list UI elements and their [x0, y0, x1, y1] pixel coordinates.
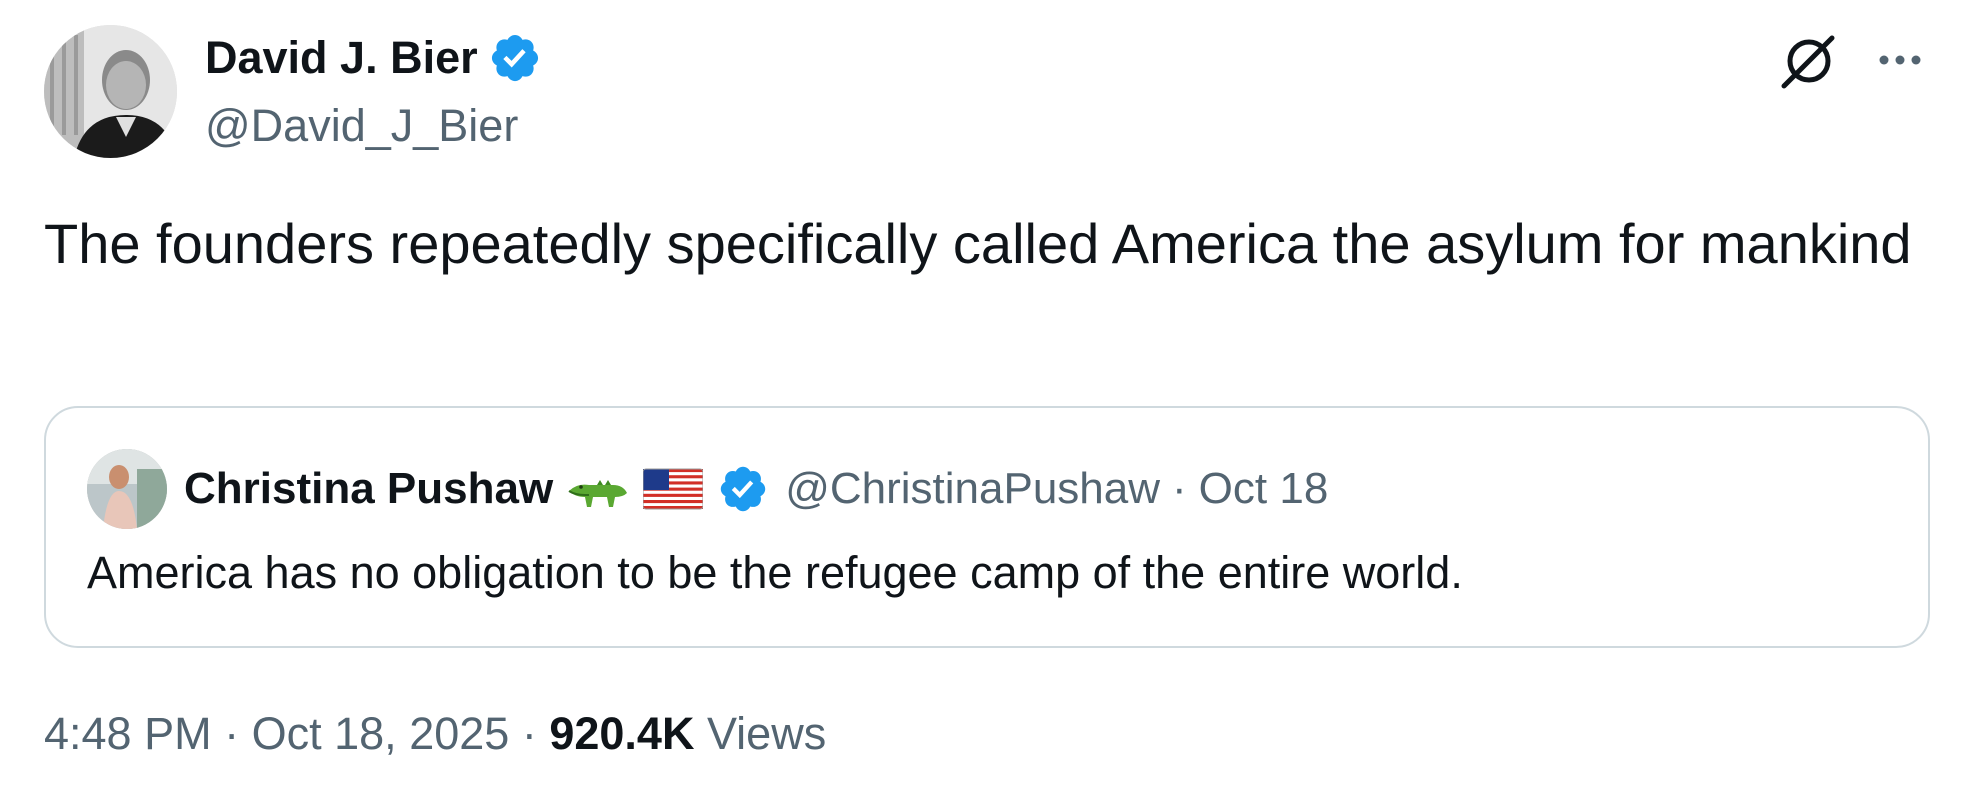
tweet-date[interactable]: Oct 18, 2025 — [252, 708, 510, 759]
tweet-time[interactable]: 4:48 PM — [44, 708, 212, 759]
quoted-author-name[interactable]: Christina Pushaw — [184, 464, 553, 514]
views-label: Views — [706, 708, 827, 759]
grok-slash-circle-icon[interactable] — [1778, 30, 1840, 92]
tweet-card: David J. Bier @David_J_Bier The founders… — [0, 0, 1987, 795]
person-photo-icon — [87, 449, 167, 529]
author-display-name[interactable]: David J. Bier — [205, 28, 478, 88]
quoted-author-avatar[interactable] — [87, 449, 167, 529]
quoted-tweet-text: America has no obligation to be the refu… — [87, 547, 1463, 598]
tweet-text: The founders repeatedly specifically cal… — [44, 212, 1912, 275]
verified-badge-icon[interactable] — [488, 31, 542, 85]
us-flag-emoji — [643, 468, 704, 510]
verified-badge-icon[interactable] — [717, 463, 769, 515]
author-name-row: David J. Bier — [205, 28, 542, 88]
quoted-tweet-header: Christina Pushaw @ChristinaPushaw · Oct … — [184, 458, 1328, 520]
quoted-author-handle[interactable]: @ChristinaPushaw — [785, 464, 1160, 514]
tweet-meta: 4:48 PM · Oct 18, 2025 · 920.4K Views — [44, 704, 826, 764]
author-avatar[interactable] — [44, 25, 177, 158]
views-count: 920.4K — [549, 708, 695, 759]
quoted-tweet[interactable]: Christina Pushaw @ChristinaPushaw · Oct … — [44, 406, 1930, 648]
separator-dot: · — [1172, 464, 1187, 513]
person-portrait-icon — [44, 25, 177, 158]
crocodile-emoji — [568, 480, 628, 507]
separator-dot: · — [521, 708, 537, 759]
quoted-tweet-date[interactable]: Oct 18 — [1199, 464, 1329, 514]
more-dots-icon[interactable] — [1870, 30, 1930, 90]
author-handle[interactable]: @David_J_Bier — [205, 96, 518, 156]
separator-dot: · — [224, 708, 240, 759]
